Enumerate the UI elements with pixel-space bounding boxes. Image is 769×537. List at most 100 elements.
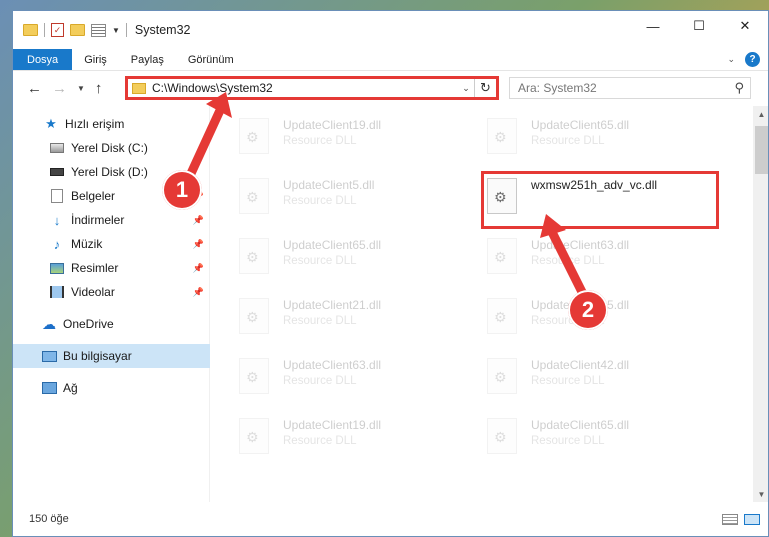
search-icon: ⚲ bbox=[734, 80, 744, 95]
file-name: UpdateClient65.dll bbox=[531, 118, 630, 132]
file-type: Resource DLL bbox=[531, 255, 605, 267]
folder-icon bbox=[132, 82, 146, 94]
dll-file-icon: ⚙ bbox=[487, 358, 517, 394]
minimize-button[interactable]: — bbox=[630, 11, 676, 41]
forward-arrow-icon[interactable]: → bbox=[52, 80, 67, 97]
dll-file-icon: ⚙ bbox=[239, 358, 269, 394]
navigation-pane: ★ Hızlı erişim Yerel Disk (C:) Yerel Dis… bbox=[13, 106, 210, 503]
nav-buttons: ← → ▼ ↑ bbox=[13, 80, 125, 97]
star-icon: ★ bbox=[45, 116, 57, 131]
video-film-icon bbox=[49, 285, 65, 299]
list-item[interactable]: ⚙ UpdateClient19.dll Resource DLL bbox=[239, 114, 471, 160]
pictures-icon bbox=[49, 261, 65, 275]
list-item[interactable]: ⚙ UpdateClient19.dll Resource DLL bbox=[239, 414, 471, 460]
customize-toolbar-chevron-icon[interactable]: ▼ bbox=[112, 26, 120, 35]
help-icon[interactable]: ? bbox=[745, 52, 760, 67]
sidebar-item-downloads[interactable]: ↓ İndirmeler 📌 bbox=[13, 208, 210, 232]
folder-icon bbox=[23, 24, 38, 36]
expand-ribbon-chevron-icon[interactable]: ⌄ bbox=[727, 54, 735, 65]
file-type: Resource DLL bbox=[283, 375, 357, 387]
dll-file-icon: ⚙ bbox=[487, 298, 517, 334]
step-callout-2: 2 bbox=[568, 290, 608, 330]
search-placeholder: Ara: System32 bbox=[518, 81, 597, 95]
tab-share[interactable]: Paylaş bbox=[119, 49, 176, 70]
address-bar[interactable]: C:\Windows\System32 ⌄ ↻ bbox=[125, 76, 499, 100]
vertical-scrollbar[interactable]: ▲ ▼ bbox=[753, 106, 768, 503]
scroll-thumb[interactable] bbox=[755, 126, 768, 174]
view-toggle bbox=[722, 514, 760, 525]
file-name: UpdateClient42.dll bbox=[531, 358, 630, 372]
step-callout-1: 1 bbox=[162, 170, 202, 210]
dll-file-icon: ⚙ bbox=[239, 118, 269, 154]
file-type: Resource DLL bbox=[531, 375, 605, 387]
sidebar-item-onedrive[interactable]: ☁ OneDrive bbox=[13, 312, 210, 336]
tab-home[interactable]: Giriş bbox=[72, 49, 119, 70]
file-name: UpdateClient63.dll bbox=[531, 238, 630, 252]
search-input[interactable]: Ara: System32 ⚲ bbox=[509, 77, 751, 99]
list-item[interactable]: ⚙ UpdateClient5.dll Resource DLL bbox=[239, 174, 471, 220]
address-path[interactable]: C:\Windows\System32 bbox=[152, 81, 458, 95]
sidebar-item-label: Resimler bbox=[71, 261, 119, 275]
details-view-icon[interactable] bbox=[722, 514, 738, 525]
sidebar-item-label: Müzik bbox=[71, 237, 103, 251]
tab-view[interactable]: Görünüm bbox=[176, 49, 246, 70]
toolbar-divider bbox=[44, 23, 45, 37]
drive-icon bbox=[49, 141, 65, 155]
navigation-bar: ← → ▼ ↑ C:\Windows\System32 ⌄ ↻ Ara: Sys… bbox=[13, 71, 768, 105]
tiles-view-icon[interactable] bbox=[744, 514, 760, 525]
view-options-icon[interactable] bbox=[91, 23, 106, 37]
network-icon bbox=[41, 381, 57, 395]
item-count: 150 öğe bbox=[29, 513, 69, 525]
file-name: UpdateClient65.dll bbox=[531, 418, 630, 432]
dll-file-icon: ⚙ bbox=[239, 418, 269, 454]
close-button[interactable]: ✕ bbox=[722, 11, 768, 41]
sidebar-item-music[interactable]: ♪ Müzik 📌 bbox=[13, 232, 210, 256]
properties-icon[interactable]: ✓ bbox=[51, 23, 64, 37]
status-bar: 150 öğe bbox=[13, 502, 768, 536]
tab-file[interactable]: Dosya bbox=[13, 49, 73, 70]
back-arrow-icon[interactable]: ← bbox=[27, 80, 42, 97]
sidebar-item-quick-access[interactable]: ★ Hızlı erişim bbox=[13, 112, 210, 136]
sidebar-item-label: Videolar bbox=[71, 285, 115, 299]
title-bar: ✓ ▼ System32 — ☐ ✕ bbox=[13, 11, 768, 49]
pin-icon[interactable]: 📌 bbox=[193, 287, 204, 298]
list-item[interactable]: ⚙ UpdateClient65.dll Resource DLL bbox=[487, 114, 719, 160]
file-name: UpdateClient65.dll bbox=[283, 238, 382, 252]
dll-file-icon: ⚙ bbox=[239, 238, 269, 274]
sidebar-item-label: OneDrive bbox=[63, 317, 114, 331]
drive-icon bbox=[49, 165, 65, 179]
file-highlight-box bbox=[481, 171, 719, 229]
sidebar-item-label: Ağ bbox=[63, 381, 78, 395]
list-item[interactable]: ⚙ UpdateClient65.dll Resource DLL bbox=[239, 234, 471, 280]
scroll-down-arrow-icon[interactable]: ▼ bbox=[753, 486, 768, 503]
pin-icon[interactable]: 📌 bbox=[193, 215, 204, 226]
file-type: Resource DLL bbox=[283, 315, 357, 327]
sidebar-item-videos[interactable]: Videolar 📌 bbox=[13, 280, 210, 304]
sidebar-item-label: Bu bilgisayar bbox=[63, 349, 132, 363]
sidebar-item-label: Yerel Disk (D:) bbox=[71, 165, 148, 179]
download-arrow-icon: ↓ bbox=[53, 212, 61, 228]
address-dropdown-chevron-icon[interactable]: ⌄ bbox=[458, 83, 474, 94]
list-item[interactable]: ⚙ UpdateClient63.dll Resource DLL bbox=[487, 234, 719, 280]
pin-icon[interactable]: 📌 bbox=[193, 263, 204, 274]
sidebar-item-pictures[interactable]: Resimler 📌 bbox=[13, 256, 210, 280]
refresh-icon[interactable]: ↻ bbox=[474, 79, 496, 97]
sidebar-item-local-disk-c[interactable]: Yerel Disk (C:) bbox=[13, 136, 210, 160]
sidebar-item-this-pc[interactable]: Bu bilgisayar bbox=[13, 344, 210, 368]
document-icon bbox=[49, 189, 65, 203]
dll-file-icon: ⚙ bbox=[487, 118, 517, 154]
new-folder-icon[interactable] bbox=[70, 24, 85, 36]
pin-icon[interactable]: 📌 bbox=[193, 239, 204, 250]
sidebar-item-label: Hızlı erişim bbox=[65, 117, 125, 131]
list-item[interactable]: ⚙ UpdateClient42.dll Resource DLL bbox=[487, 354, 719, 400]
dll-file-icon: ⚙ bbox=[487, 238, 517, 274]
file-list: ⚙ UpdateClient19.dll Resource DLL ⚙ Updat… bbox=[211, 106, 753, 503]
recent-locations-chevron-icon[interactable]: ▼ bbox=[77, 84, 85, 93]
maximize-button[interactable]: ☐ bbox=[676, 11, 722, 41]
list-item[interactable]: ⚙ UpdateClient63.dll Resource DLL bbox=[239, 354, 471, 400]
up-arrow-icon[interactable]: ↑ bbox=[95, 80, 103, 97]
scroll-up-arrow-icon[interactable]: ▲ bbox=[753, 106, 768, 123]
list-item[interactable]: ⚙ UpdateClient21.dll Resource DLL bbox=[239, 294, 471, 340]
list-item[interactable]: ⚙ UpdateClient65.dll Resource DLL bbox=[487, 414, 719, 460]
sidebar-item-network[interactable]: Ağ bbox=[13, 376, 210, 400]
